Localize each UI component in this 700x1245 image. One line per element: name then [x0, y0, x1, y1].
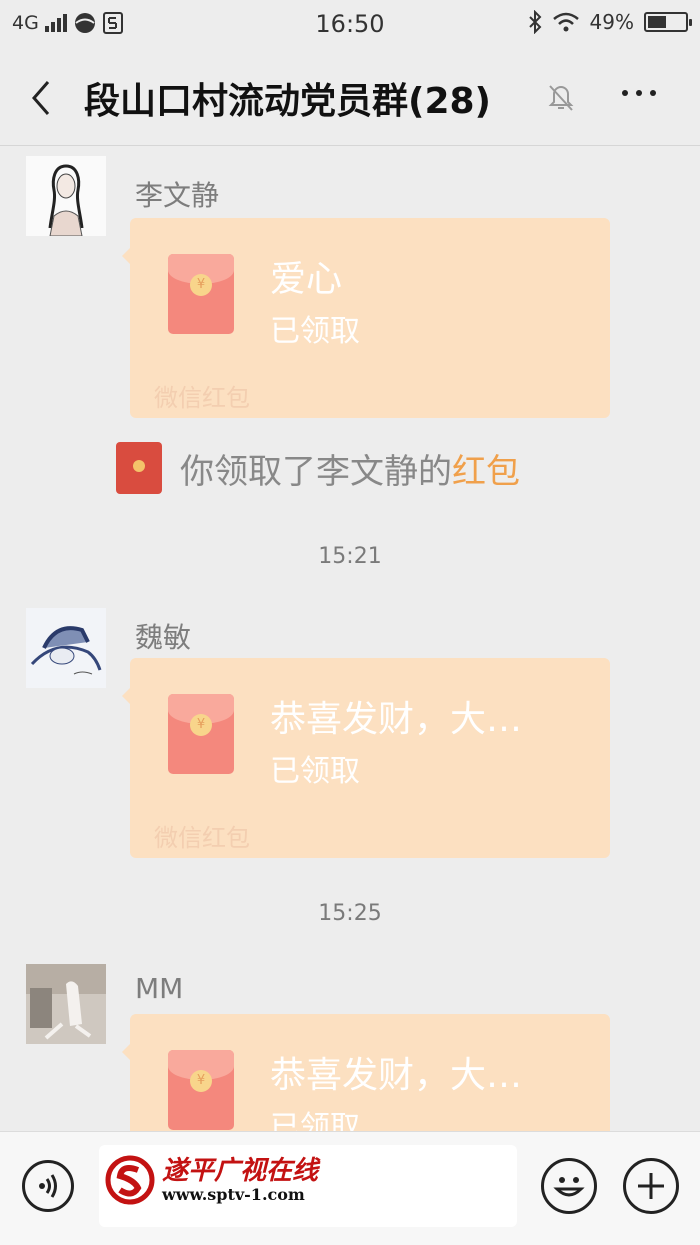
battery-fill: [648, 16, 666, 28]
red-packet-card[interactable]: ¥ 恭喜发财，大… 已领取: [122, 1014, 610, 1131]
bluetooth-icon: [528, 10, 541, 34]
plus-icon[interactable]: [623, 1158, 679, 1214]
battery-percent: 49%: [589, 10, 634, 34]
emoji-icon[interactable]: [541, 1158, 597, 1214]
voice-icon[interactable]: [22, 1160, 74, 1212]
mute-bell-icon: [548, 85, 574, 111]
red-envelope-icon: ¥: [168, 1050, 234, 1130]
packet-footer: 微信红包: [154, 384, 250, 412]
title-bar: 段山口村流动党员群(28): [0, 50, 700, 146]
system-notice: 你领取了李文静的红包: [116, 442, 520, 494]
chat-area: 李文静 ¥ 爱心 已领取 微信红包 你领取了李文静的红包 15:21 魏敏 ¥ …: [0, 146, 700, 1131]
input-bar: 遂平广视在线 www.sptv-1.com: [0, 1131, 700, 1245]
packet-title: 爱心: [270, 259, 343, 300]
packet-status: 已领取: [270, 314, 360, 349]
packet-title: 恭喜发财，大…: [270, 699, 523, 740]
sptv-logo-icon: [105, 1155, 155, 1205]
avatar[interactable]: [26, 156, 106, 236]
notice-link[interactable]: 红包: [452, 452, 520, 492]
avatar[interactable]: [26, 964, 106, 1044]
red-packet-card[interactable]: ¥ 爱心 已领取 微信红包: [122, 218, 610, 418]
red-envelope-icon: ¥: [168, 694, 234, 774]
red-envelope-icon: ¥: [168, 254, 234, 334]
avatar[interactable]: [26, 608, 106, 688]
chat-title: 段山口村流动党员群(28): [84, 81, 492, 122]
sender-name: 魏敏: [135, 621, 192, 654]
wifi-icon: [552, 12, 579, 32]
packet-status: 已领取: [270, 754, 360, 789]
red-packet-card[interactable]: ¥ 恭喜发财，大… 已领取 微信红包: [122, 658, 610, 858]
battery-icon: [644, 12, 692, 32]
packet-title: 恭喜发财，大…: [270, 1055, 523, 1096]
watermark-url: www.sptv-1.com: [162, 1184, 305, 1204]
status-bar: 4G 16:50 49%: [0, 0, 700, 50]
sender-name: MM: [135, 972, 184, 1005]
packet-footer: 微信红包: [154, 824, 250, 852]
back-arrow-icon[interactable]: [26, 78, 58, 118]
red-packet-icon: [116, 442, 162, 494]
watermark-logo: 遂平广视在线 www.sptv-1.com: [104, 1154, 318, 1206]
status-right: 49%: [528, 10, 692, 34]
timestamp: 15:21: [318, 544, 382, 569]
notice-text: 你领取了李文静的: [180, 451, 452, 492]
watermark-name: 遂平广视在线: [162, 1155, 319, 1186]
timestamp: 15:25: [318, 901, 382, 926]
packet-status: 已领取: [270, 1110, 360, 1131]
sender-name: 李文静: [135, 179, 220, 212]
more-icon[interactable]: [622, 90, 656, 96]
